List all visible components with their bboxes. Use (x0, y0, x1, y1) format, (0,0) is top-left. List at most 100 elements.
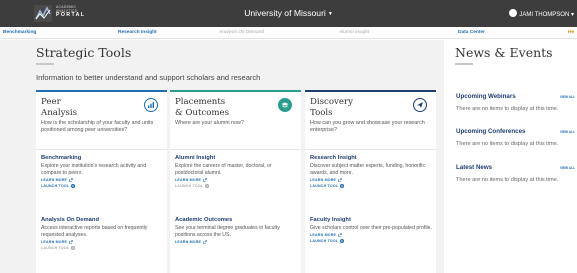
empty-message: There are no items to display at this ti… (456, 177, 559, 183)
nav-research-insight[interactable]: Research Insight (118, 30, 157, 35)
arrow-circle-icon (340, 184, 345, 189)
nav-data-center[interactable]: Data Center (458, 30, 485, 35)
card-title: Discovery Tools (310, 97, 353, 118)
card-title-line-2: & Outcomes (175, 107, 230, 118)
university-name: University of Missouri (244, 8, 326, 18)
card-title: Peer Analysis (41, 97, 77, 118)
tool-title[interactable]: Alumni Insight (175, 155, 299, 161)
strategic-tools-title: Strategic Tools (36, 45, 132, 60)
section-heading: Upcoming Conferences VIEW ALL (456, 128, 577, 135)
launch-tool-link[interactable]: LAUNCH TOOL (310, 183, 434, 190)
external-link-icon (69, 178, 73, 182)
paper-plane-icon (413, 98, 427, 112)
card-description: How is the scholarship of your faculty a… (41, 120, 154, 134)
learn-more-label: LEARN MORE (175, 177, 202, 182)
section-heading-text: Upcoming Conferences (456, 128, 526, 135)
launch-tool-label: LAUNCH TOOL (41, 246, 70, 251)
learn-more-label: LEARN MORE (41, 239, 68, 244)
card-title-line-2: Analysis (41, 107, 78, 118)
tool-description: Discover subject matter experts, funding… (310, 162, 426, 176)
user-menu[interactable]: JAMI THOMPSON ▾ (509, 8, 574, 18)
tool-analysis-on-demand: Analysis On Demand Access interactive re… (41, 217, 165, 252)
news-events-panel (444, 40, 577, 273)
launch-tool-link[interactable]: LAUNCH TOOL (310, 238, 434, 245)
arrow-circle-icon (340, 239, 345, 244)
user-name: JAMI THOMPSON (519, 12, 570, 18)
card-title-line-1: Placements (175, 97, 226, 107)
launch-tool-link[interactable]: LAUNCH TOOL (41, 183, 165, 190)
card-description: How can you grow and showcase your resea… (310, 120, 425, 134)
launch-tool-label: LAUNCH TOOL (41, 184, 70, 189)
section-heading: Latest News VIEW ALL (456, 164, 577, 171)
view-all-link[interactable]: VIEW ALL (560, 130, 575, 134)
latest-news-section: Latest News VIEW ALL There are no items t… (456, 164, 577, 183)
graduation-cap-icon (278, 98, 292, 112)
external-link-icon (338, 232, 342, 237)
card-placements-outcomes: Placements & Outcomes Where are your alu… (170, 90, 301, 273)
title-divider (455, 63, 473, 65)
arrow-circle-icon (71, 184, 76, 189)
top-bar: ACADEMIC ANALYTICS PORTAL University of … (0, 0, 577, 27)
card-title-line-1: Peer (41, 97, 61, 107)
arrow-circle-icon (71, 246, 76, 251)
section-heading-text: Latest News (456, 164, 493, 171)
section-heading-text: Upcoming Webinars (456, 93, 516, 100)
tool-faculty-insight: Faculty Insight Give scholars control ov… (310, 217, 434, 245)
card-header: Placements & Outcomes Where are your alu… (170, 92, 301, 150)
upcoming-webinars-section: Upcoming Webinars VIEW ALL There are no i… (456, 93, 577, 112)
nav-help[interactable]: He (568, 30, 574, 35)
learn-more-label: LEARN MORE (175, 239, 202, 244)
tool-title[interactable]: Analysis On Demand (41, 217, 165, 223)
card-description: Where are your alumni now? (175, 120, 244, 126)
launch-tool-label: LAUNCH TOOL (310, 239, 339, 244)
empty-message: There are no items to display at this ti… (456, 141, 559, 147)
strategic-tools-subtitle: Information to better understand and sup… (36, 73, 261, 82)
tool-title[interactable]: Research Insight (310, 155, 434, 161)
external-link-icon (203, 178, 207, 182)
card-title-line-2: Tools (310, 107, 333, 118)
external-link-icon (69, 240, 73, 244)
arrow-circle-icon (205, 184, 210, 189)
tool-title[interactable]: Benchmarking (41, 155, 165, 161)
view-all-link[interactable]: VIEW ALL (560, 95, 575, 99)
launch-tool-label: LAUNCH TOOL (175, 184, 204, 189)
title-divider (36, 63, 54, 65)
empty-message: There are no items to display at this ti… (456, 106, 559, 112)
section-heading: Upcoming Webinars VIEW ALL (456, 93, 577, 100)
learn-more-link[interactable]: LEARN MORE (175, 239, 299, 246)
tool-benchmarking: Benchmarking Explore your institution's … (41, 155, 165, 190)
tool-research-insight: Research Insight Discover subject matter… (310, 155, 434, 190)
news-events-title: News & Events (455, 45, 553, 60)
tool-description: Access interactive reports based on freq… (41, 224, 148, 238)
upcoming-conferences-section: Upcoming Conferences VIEW ALL There are n… (456, 128, 577, 147)
card-peer-analysis: Peer Analysis How is the scholarship of … (36, 90, 167, 273)
user-chevron-icon: ▾ (569, 12, 574, 18)
chevron-down-icon: ▼ (327, 11, 333, 17)
learn-more-label: LEARN MORE (310, 177, 337, 182)
university-selector[interactable]: University of Missouri ▼ (0, 8, 577, 18)
card-header: Peer Analysis How is the scholarship of … (36, 92, 167, 150)
tool-title[interactable]: Academic Outcomes (175, 217, 299, 223)
bar-chart-icon (144, 98, 158, 112)
card-title: Placements & Outcomes (175, 97, 229, 118)
external-link-icon (203, 240, 207, 244)
launch-tool-link-disabled: LAUNCH TOOL (41, 245, 165, 252)
launch-tool-label: LAUNCH TOOL (310, 184, 339, 189)
nav-alumni-insight[interactable]: Alumni Insight (339, 30, 369, 35)
view-all-link[interactable]: VIEW ALL (560, 166, 575, 170)
learn-more-label: LEARN MORE (310, 232, 337, 237)
card-title-line-1: Discovery (310, 97, 353, 107)
launch-tool-link-disabled: LAUNCH TOOL (175, 183, 299, 190)
nav-analysis-on-demand[interactable]: Analysis On Demand (219, 30, 264, 35)
card-header: Discovery Tools How can you grow and sho… (305, 92, 436, 150)
user-avatar-icon (509, 9, 518, 17)
tool-title[interactable]: Faculty Insight (310, 217, 434, 223)
external-link-icon (338, 178, 342, 182)
tool-alumni-insight: Alumni Insight Explore the careers of ma… (175, 155, 299, 190)
tool-description: Explore your institution's research acti… (41, 162, 147, 176)
tool-nav: Benchmarking Research Insight Analysis O… (0, 27, 577, 39)
nav-benchmarking[interactable]: Benchmarking (3, 30, 36, 35)
learn-more-label: LEARN MORE (41, 177, 68, 182)
card-discovery-tools: Discovery Tools How can you grow and sho… (305, 90, 436, 273)
tool-description: Give scholars control over their pre-pop… (310, 224, 432, 231)
